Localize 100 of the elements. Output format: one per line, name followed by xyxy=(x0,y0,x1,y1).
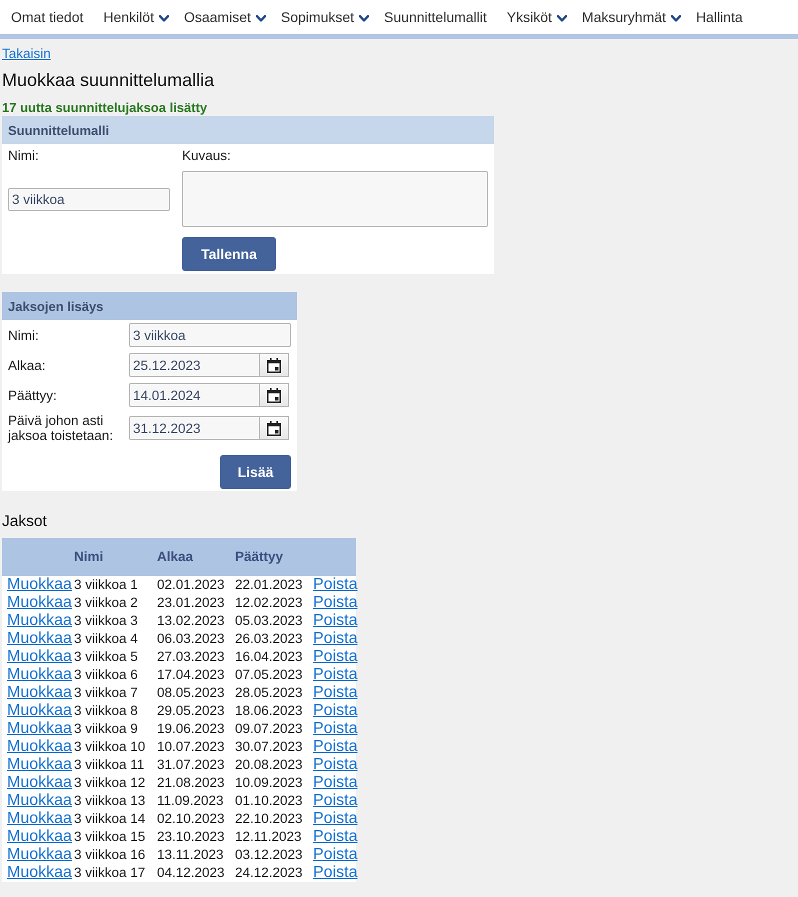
delete-link[interactable]: Poista xyxy=(313,828,358,846)
field-label: Päivä johon asti jaksoa toistetaan: xyxy=(8,413,114,443)
table-cell-text: 06.03.2023 xyxy=(156,630,225,648)
delete-link[interactable]: Poista xyxy=(313,612,358,630)
nav-link[interactable]: Henkilöt xyxy=(103,7,169,27)
delete-link[interactable]: Poista xyxy=(313,810,358,828)
delete-link[interactable]: Poista xyxy=(313,846,358,864)
edit-link[interactable]: Muokkaa xyxy=(7,630,72,648)
edit-link[interactable]: Muokkaa xyxy=(7,684,72,702)
delete-link[interactable]: Poista xyxy=(313,576,358,594)
table-cell-text: 13.02.2023 xyxy=(156,612,225,630)
nav-link[interactable]: Maksuryhmät xyxy=(582,7,681,27)
nav-link[interactable]: Sopimukset xyxy=(280,7,370,27)
table-cell-text: 3 viikkoa 12 xyxy=(73,774,146,792)
edit-link[interactable]: Muokkaa xyxy=(7,738,72,756)
table-cell-text: 02.10.2023 xyxy=(156,810,225,828)
field-label: Kuvaus: xyxy=(182,148,232,165)
table-cell-text: 22.10.2023 xyxy=(234,810,303,828)
table-cell-text: 24.12.2023 xyxy=(234,864,303,882)
delete-link[interactable]: Poista xyxy=(313,594,358,612)
table-cell-text: 19.06.2023 xyxy=(156,720,225,738)
table-cell-text: 04.12.2023 xyxy=(156,864,225,882)
edit-link[interactable]: Muokkaa xyxy=(7,612,72,630)
column-header: Alkaa xyxy=(156,548,194,566)
delete-link[interactable]: Poista xyxy=(313,864,358,882)
edit-link[interactable]: Muokkaa xyxy=(7,666,72,684)
table-cell-text: 12.02.2023 xyxy=(234,594,303,612)
name-field[interactable]: 3 viikkoa xyxy=(8,188,170,210)
date-field[interactable]: 14.01.2024 xyxy=(129,383,260,407)
table-cell-text: 23.10.2023 xyxy=(156,828,225,846)
delete-link[interactable]: Poista xyxy=(313,738,358,756)
save-button[interactable]: Tallenna xyxy=(182,237,276,271)
nav-link[interactable]: Omat tiedot xyxy=(11,7,84,27)
table-cell-text: 27.03.2023 xyxy=(156,648,225,666)
table-cell-text: 3 viikkoa 4 xyxy=(73,630,138,648)
table-cell-text: 18.06.2023 xyxy=(234,702,303,720)
table-cell-text: 22.01.2023 xyxy=(234,576,303,594)
date-field[interactable]: 25.12.2023 xyxy=(129,353,260,377)
table-cell-text: 3 viikkoa 5 xyxy=(73,648,138,666)
table-cell-text: 10.09.2023 xyxy=(234,774,303,792)
calendar-icon xyxy=(267,420,281,436)
delete-link[interactable]: Poista xyxy=(313,756,358,774)
edit-link[interactable]: Muokkaa xyxy=(7,756,72,774)
table-cell-text: 3 viikkoa 11 xyxy=(73,756,144,774)
edit-link[interactable]: Muokkaa xyxy=(7,576,72,594)
table-cell-text: 31.07.2023 xyxy=(156,756,225,774)
delete-link[interactable]: Poista xyxy=(313,648,358,666)
edit-link[interactable]: Muokkaa xyxy=(7,864,72,882)
edit-link[interactable]: Muokkaa xyxy=(7,720,72,738)
table-cell-text: 02.01.2023 xyxy=(156,576,225,594)
edit-link[interactable]: Muokkaa xyxy=(7,846,72,864)
edit-link[interactable]: Muokkaa xyxy=(7,774,72,792)
calendar-button[interactable] xyxy=(260,416,289,440)
field-label: Nimi: xyxy=(8,328,40,342)
table-cell-text: 08.05.2023 xyxy=(156,684,225,702)
nav-link[interactable]: Yksiköt xyxy=(506,7,567,27)
table-cell-text: 3 viikkoa 2 xyxy=(73,594,138,612)
panel-header: Jaksojen lisäys xyxy=(2,292,297,320)
delete-link[interactable]: Poista xyxy=(313,774,358,792)
delete-link[interactable]: Poista xyxy=(313,792,358,810)
nav-link[interactable]: Suunnittelumallit xyxy=(384,7,487,27)
column-header: Nimi xyxy=(73,548,104,566)
edit-link[interactable]: Muokkaa xyxy=(7,594,72,612)
edit-link[interactable]: Muokkaa xyxy=(7,810,72,828)
table-cell-text: 21.08.2023 xyxy=(156,774,225,792)
delete-link[interactable]: Poista xyxy=(313,630,358,648)
success-message: 17 uutta suunnittelujaksoa lisätty xyxy=(2,100,208,116)
field-label: Nimi: xyxy=(8,148,40,165)
calendar-button[interactable] xyxy=(260,383,289,407)
table-cell-text: 3 viikkoa 7 xyxy=(73,684,138,702)
edit-link[interactable]: Muokkaa xyxy=(7,828,72,846)
table-cell-text: 05.03.2023 xyxy=(234,612,303,630)
table-cell-text: 01.10.2023 xyxy=(234,792,303,810)
delete-link[interactable]: Poista xyxy=(313,684,358,702)
nav-link[interactable]: Osaamiset xyxy=(184,7,266,27)
table-cell-text: 30.07.2023 xyxy=(234,738,303,756)
text-field[interactable]: 3 viikkoa xyxy=(129,323,291,347)
table-cell-text: 17.04.2023 xyxy=(156,666,225,684)
table-cell-text: 26.03.2023 xyxy=(234,630,303,648)
edit-link[interactable]: Muokkaa xyxy=(7,792,72,810)
edit-link[interactable]: Muokkaa xyxy=(7,702,72,720)
field-label: Alkaa: xyxy=(8,358,47,372)
table-cell-text: 3 viikkoa 9 xyxy=(73,720,138,738)
table-cell-text: 28.05.2023 xyxy=(234,684,303,702)
date-field[interactable]: 31.12.2023 xyxy=(129,416,260,440)
description-field[interactable] xyxy=(182,171,488,227)
delete-link[interactable]: Poista xyxy=(313,702,358,720)
calendar-button[interactable] xyxy=(260,353,289,377)
edit-link[interactable]: Muokkaa xyxy=(7,648,72,666)
back-link[interactable]: Takaisin xyxy=(2,46,51,62)
delete-link[interactable]: Poista xyxy=(313,666,358,684)
nav-link[interactable]: Hallinta xyxy=(696,7,743,27)
table-cell-text: 3 viikkoa 16 xyxy=(73,846,146,864)
delete-link[interactable]: Poista xyxy=(313,720,358,738)
table-cell-text: 09.07.2023 xyxy=(234,720,303,738)
field-label: Päättyy: xyxy=(8,388,58,402)
table-cell-text: 3 viikkoa 10 xyxy=(73,738,146,756)
add-button[interactable]: Lisää xyxy=(220,455,291,489)
table-cell-text: 3 viikkoa 15 xyxy=(73,828,146,846)
panel-header: Suunnittelumalli xyxy=(2,116,494,144)
